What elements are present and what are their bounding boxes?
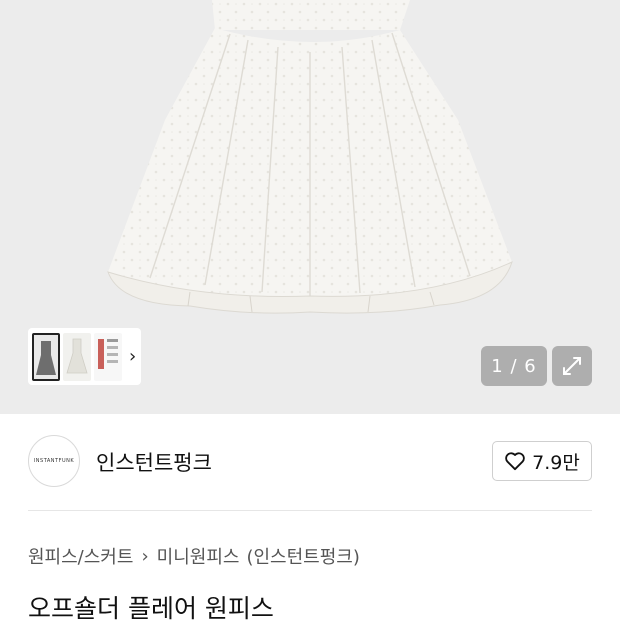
heart-outline-icon [505, 452, 525, 471]
thumbnail-2[interactable] [63, 332, 91, 381]
breadcrumb-subcategory[interactable]: 미니원피스 [157, 543, 240, 569]
product-image-gallery[interactable]: › 1 / 6 [0, 0, 620, 414]
breadcrumb-brand[interactable]: (인스턴트펑크) [246, 543, 359, 569]
chevron-right-icon: › [141, 545, 149, 567]
like-count: 7.9만 [532, 451, 580, 474]
brand-logo-text: INSTANTFUNK [33, 458, 75, 464]
divider [28, 510, 592, 511]
brand-logo[interactable]: INSTANTFUNK [28, 435, 80, 487]
thumbnail-3[interactable] [94, 332, 122, 381]
chevron-right-icon[interactable]: › [129, 347, 136, 366]
expand-button[interactable] [552, 346, 592, 386]
image-counter: 1 / 6 [481, 346, 547, 386]
brand-name[interactable]: 인스턴트펑크 [96, 447, 212, 477]
thumbnail-strip: › [28, 328, 141, 385]
expand-icon [563, 357, 581, 375]
breadcrumb: 원피스/스커트 › 미니원피스 (인스턴트펑크) [28, 543, 360, 569]
breadcrumb-category[interactable]: 원피스/스커트 [28, 543, 133, 569]
like-button[interactable]: 7.9만 [492, 441, 592, 481]
brand-row: INSTANTFUNK 인스턴트펑크 7.9만 [0, 414, 620, 510]
thumbnail-1[interactable] [32, 332, 60, 381]
